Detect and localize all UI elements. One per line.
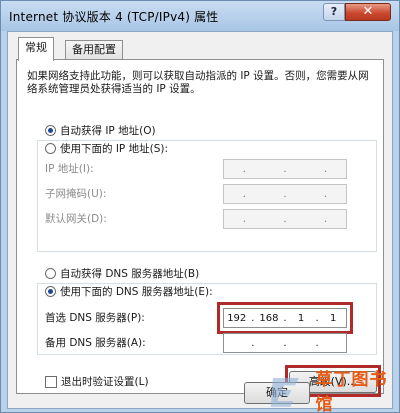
intro-text: 如果网络支持此功能，则可以获取自动指派的 IP 设置。否则，您需要从网络系统管理… <box>27 70 369 95</box>
preferred-dns-row: 首选 DNS 服务器(P): <box>45 310 195 325</box>
site-watermark: 草丁图书馆 <box>271 365 399 413</box>
radio-manual-ip[interactable]: 使用下面的 IP 地址(S): <box>45 141 171 156</box>
tab-general[interactable]: 常规 <box>18 37 54 61</box>
default-gateway-input[interactable]: . . . <box>223 209 347 229</box>
window-title: Internet 协议版本 4 (TCP/IPv4) 属性 <box>9 10 219 24</box>
ip-address-input[interactable]: . . . <box>223 159 347 179</box>
radio-manual-dns[interactable]: 使用下面的 DNS 服务器地址(E): <box>45 284 216 299</box>
alternate-dns-input[interactable]: . . . <box>223 333 347 353</box>
subnet-mask-row: 子网掩码(U): <box>45 186 195 201</box>
radio-manual-dns-label: 使用下面的 DNS 服务器地址(E): <box>60 286 213 298</box>
ip-address-label: IP 地址(I): <box>45 163 94 175</box>
radio-auto-ip[interactable]: 自动获得 IP 地址(O) <box>45 123 156 138</box>
watermark-text: 草丁图书馆 <box>315 370 388 413</box>
ip-address-row: IP 地址(I): <box>45 161 195 176</box>
radio-manual-ip-indicator[interactable] <box>45 143 56 154</box>
validate-on-exit-checkbox[interactable]: 退出时验证设置(L) <box>45 374 149 389</box>
validate-on-exit-box[interactable] <box>45 375 57 388</box>
help-button[interactable]: ? <box>323 3 345 21</box>
alternate-dns-row: 备用 DNS 服务器(A): <box>45 335 195 350</box>
validate-on-exit-label: 退出时验证设置(L) <box>61 376 149 388</box>
preferred-dns-highlight <box>217 302 353 334</box>
general-panel: 如果网络支持此功能，则可以获取自动指派的 IP 设置。否则，您需要从网络系统管理… <box>16 59 384 397</box>
preferred-dns-label: 首选 DNS 服务器(P): <box>45 312 145 324</box>
radio-auto-dns-indicator[interactable] <box>45 268 56 279</box>
subnet-mask-label: 子网掩码(U): <box>45 188 107 200</box>
radio-auto-ip-indicator[interactable] <box>45 125 56 136</box>
radio-manual-dns-indicator[interactable] <box>45 286 56 297</box>
title-bar[interactable]: Internet 协议版本 4 (TCP/IPv4) 属性 ? ✕ <box>1 1 399 31</box>
default-gateway-label: 默认网关(D): <box>45 213 107 225</box>
default-gateway-row: 默认网关(D): <box>45 211 195 226</box>
alternate-dns-label: 备用 DNS 服务器(A): <box>45 337 146 349</box>
watermark-logo-icon <box>271 377 299 407</box>
dialog-window: Internet 协议版本 4 (TCP/IPv4) 属性 ? ✕ 常规 备用配… <box>0 0 400 413</box>
radio-auto-dns[interactable]: 自动获得 DNS 服务器地址(B) <box>45 266 199 281</box>
radio-manual-ip-label: 使用下面的 IP 地址(S): <box>60 143 168 155</box>
tab-alternate-config[interactable]: 备用配置 <box>65 40 123 60</box>
close-button[interactable]: ✕ <box>345 3 391 21</box>
radio-auto-ip-label: 自动获得 IP 地址(O) <box>60 125 156 137</box>
radio-auto-dns-label: 自动获得 DNS 服务器地址(B) <box>60 268 200 280</box>
dialog-client-area: 常规 备用配置 如果网络支持此功能，则可以获取自动指派的 IP 设置。否则，您需… <box>7 31 393 409</box>
subnet-mask-input[interactable]: . . . <box>223 184 347 204</box>
